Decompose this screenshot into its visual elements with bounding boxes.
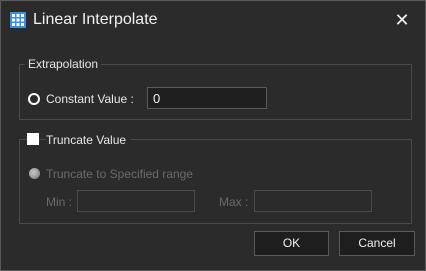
grid-icon [10,12,26,28]
max-input[interactable] [254,190,372,212]
dialog-window: Linear Interpolate ✕ Extrapolation Const… [0,0,426,271]
truncate-range-radio[interactable] [29,168,40,179]
truncate-value-checkbox[interactable] [27,133,39,145]
min-label: Min : [46,195,73,209]
truncate-value-label[interactable]: Truncate Value [46,133,131,147]
cancel-button[interactable]: Cancel [339,231,415,256]
constant-value-radio[interactable] [28,93,40,105]
dialog-title: Linear Interpolate [33,11,158,28]
truncate-range-label[interactable]: Truncate to Specified range [46,167,193,181]
close-icon[interactable]: ✕ [394,10,409,30]
min-input[interactable] [77,190,195,212]
ok-button[interactable]: OK [254,231,329,256]
constant-value-input[interactable] [147,87,267,109]
max-label: Max : [219,195,249,209]
close-button[interactable]: ✕ [389,7,415,33]
constant-value-label[interactable]: Constant Value : [46,92,134,106]
extrapolation-legend: Extrapolation [25,57,102,71]
title-bar[interactable]: Linear Interpolate ✕ [1,1,425,39]
